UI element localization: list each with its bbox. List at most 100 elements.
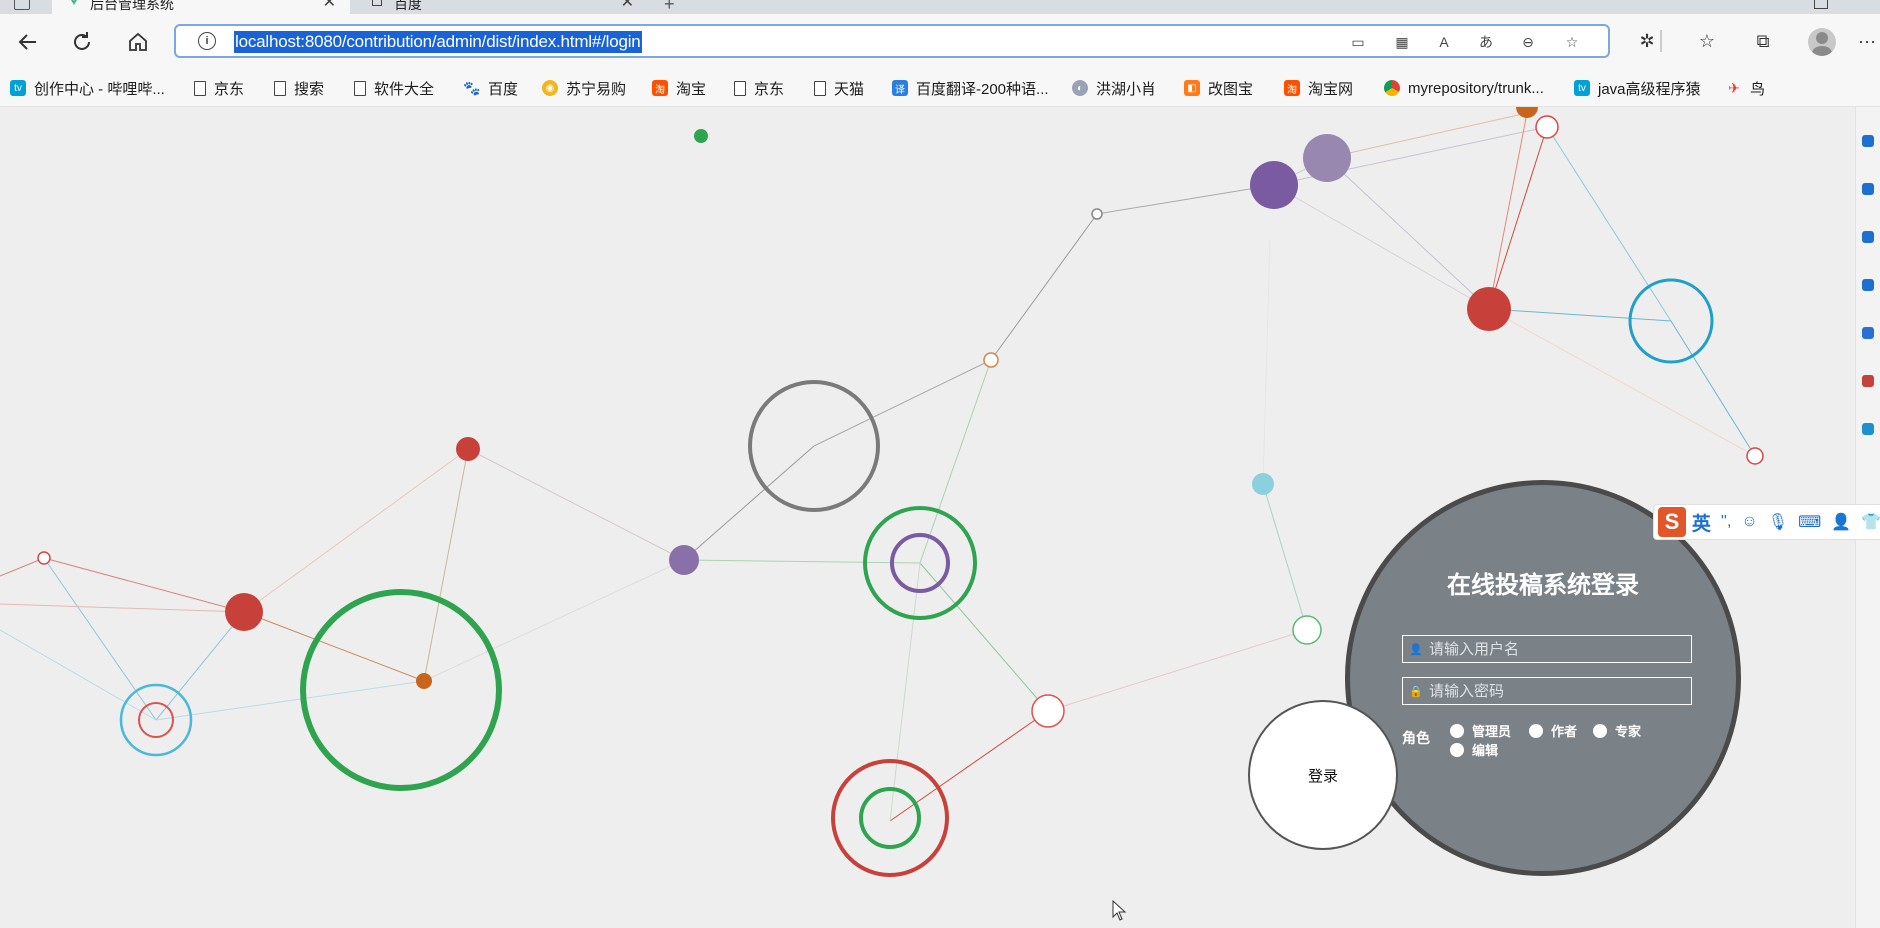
search-icon[interactable] — [1862, 135, 1874, 147]
tab-admin[interactable]: 后台管理系统 ✕ — [52, 0, 350, 14]
more-button[interactable]: ··· — [1852, 26, 1880, 56]
bookmark-item[interactable]: 🐾 百度 — [463, 70, 518, 106]
collections-icon[interactable]: ⧉ — [1748, 26, 1778, 56]
bookmark-item[interactable]: 软件大全 — [354, 70, 434, 106]
password-field[interactable]: 🔒 — [1402, 677, 1692, 705]
ime-toolbar: S 英 '', ☺ 🎙 ⌨ 👤 👕 — [1653, 504, 1880, 540]
page-icon — [194, 80, 206, 96]
copilot-icon[interactable] — [1862, 183, 1874, 195]
qr-code-icon[interactable]: ▦ — [1392, 32, 1412, 52]
zoom-out-icon[interactable]: ⊖ — [1518, 32, 1538, 52]
bilibili-icon: tv — [10, 80, 26, 96]
skin-icon[interactable]: 👕 — [1861, 512, 1880, 532]
home-button[interactable] — [122, 26, 154, 58]
favorites-icon[interactable]: ☆ — [1692, 26, 1722, 56]
role-radio-author[interactable]: 作者 — [1529, 721, 1577, 740]
bookmark-item[interactable]: ✈ 鸟 — [1726, 70, 1765, 106]
home-icon — [129, 32, 147, 51]
bookmark-item[interactable]: ◉ 苏宁易购 — [542, 70, 626, 106]
arrow-left-icon — [18, 34, 36, 50]
browser-toolbar: i localhost:8080/contribution/admin/dist… — [0, 14, 1880, 70]
role-label: 角色 — [1402, 730, 1430, 746]
tools-icon[interactable] — [1862, 279, 1874, 291]
bookmark-item[interactable]: 天猫 — [814, 70, 864, 106]
role-radio-editor[interactable]: 编辑 — [1450, 740, 1498, 759]
read-aloud-icon[interactable]: A — [1434, 32, 1454, 52]
tab-actions-icon[interactable] — [14, 0, 30, 10]
ime-language-toggle[interactable]: 英 — [1692, 509, 1711, 536]
new-tab-button[interactable]: + — [664, 0, 675, 14]
bird-icon: ✈ — [1728, 79, 1740, 96]
avatar[interactable] — [1808, 28, 1836, 56]
mouse-cursor-icon — [1112, 900, 1127, 921]
bookmark-item[interactable]: myrepository/trunk... — [1384, 70, 1544, 106]
radio-icon — [1529, 723, 1543, 738]
role-radio-expert[interactable]: 专家 — [1593, 721, 1641, 740]
baidu-icon: 🐾 — [463, 79, 481, 96]
page-icon — [814, 80, 826, 96]
bookmark-item[interactable]: 译百度翻译-200种语... — [892, 70, 1049, 106]
gaitubao-icon: ◧ — [1184, 80, 1200, 96]
bookmark-item[interactable]: tv java高级程序猿 — [1574, 70, 1701, 106]
app-available-icon[interactable]: ▭ — [1348, 32, 1368, 52]
hongshu-icon: ◐ — [1072, 80, 1088, 96]
outlook-icon[interactable] — [1862, 423, 1874, 435]
baidu-translate-icon: 译 — [892, 80, 908, 96]
suning-icon: ◉ — [542, 80, 558, 96]
bookmark-item[interactable]: 搜索 — [274, 70, 324, 106]
reload-icon — [74, 32, 90, 50]
taobao-icon: 淘 — [1284, 80, 1300, 96]
taobao-icon: 淘 — [652, 80, 668, 96]
bookmark-item[interactable]: 淘淘宝网 — [1284, 70, 1353, 106]
radio-icon — [1450, 742, 1464, 757]
emoji-icon[interactable]: ☺ — [1741, 513, 1757, 531]
user-icon: 👤 — [1409, 643, 1423, 656]
page-icon — [372, 0, 382, 6]
extensions-icon[interactable]: ✲ — [1632, 26, 1662, 56]
microphone-icon[interactable]: 🎙 — [1768, 512, 1788, 532]
tab-strip: 后台管理系统 ✕ 百度 ✕ + — [0, 0, 1880, 14]
people-icon[interactable] — [1862, 327, 1874, 339]
radio-icon — [1450, 723, 1464, 738]
bilibili-icon: tv — [1574, 80, 1590, 96]
bookmark-item[interactable]: tv 创作中心 - 哔哩哔... — [10, 70, 165, 106]
close-icon[interactable]: ✕ — [621, 0, 634, 12]
username-input[interactable] — [1429, 640, 1679, 658]
username-field[interactable]: 👤 — [1402, 635, 1692, 663]
page-icon — [274, 80, 286, 96]
chrome-icon — [1384, 80, 1400, 96]
close-icon[interactable]: ✕ — [323, 0, 336, 12]
shopping-icon[interactable] — [1862, 231, 1874, 243]
sogou-logo-icon[interactable]: S — [1658, 507, 1686, 537]
url-text[interactable]: localhost:8080/contribution/admin/dist/i… — [234, 31, 642, 53]
office-icon[interactable] — [1862, 375, 1874, 387]
page-icon — [734, 80, 746, 96]
bookmark-item[interactable]: 淘淘宝 — [652, 70, 706, 106]
bookmark-item[interactable]: 京东 — [734, 70, 784, 106]
toolbar-divider — [1660, 30, 1662, 52]
vue-icon — [71, 0, 77, 5]
back-button[interactable] — [12, 26, 44, 58]
info-icon[interactable]: i — [198, 32, 216, 50]
user-icon[interactable]: 👤 — [1831, 512, 1851, 532]
radio-icon — [1593, 723, 1607, 738]
login-button[interactable]: 登录 — [1248, 700, 1398, 850]
address-bar[interactable]: i localhost:8080/contribution/admin/dist… — [174, 24, 1610, 58]
bookmark-item[interactable]: 京东 — [194, 70, 244, 106]
keyboard-icon[interactable]: ⌨ — [1798, 512, 1821, 532]
bookmarks-bar: tv 创作中心 - 哔哩哔... 京东 搜索 软件大全 🐾 百度 ◉ 苏宁易购 淘淘宝… — [0, 70, 1880, 107]
translate-icon[interactable]: あ — [1476, 32, 1496, 52]
punctuation-toggle[interactable]: '', — [1721, 513, 1732, 531]
tab-baidu[interactable]: 百度 ✕ — [356, 0, 648, 14]
reload-button[interactable] — [66, 26, 98, 58]
window-restore-icon[interactable] — [1814, 0, 1828, 9]
tab-label: 百度 — [394, 0, 422, 12]
lock-icon: 🔒 — [1409, 685, 1423, 698]
password-input[interactable] — [1429, 682, 1679, 700]
page-icon — [354, 80, 366, 96]
favorite-add-icon[interactable]: ☆ — [1562, 32, 1582, 52]
role-radio-admin[interactable]: 管理员 — [1450, 721, 1511, 740]
bookmark-item[interactable]: ◧ 改图宝 — [1184, 70, 1253, 106]
bookmark-item[interactable]: ◐ 洪湖小肖 — [1072, 70, 1156, 106]
page-title: 在线投稿系统登录 — [1447, 572, 1639, 599]
